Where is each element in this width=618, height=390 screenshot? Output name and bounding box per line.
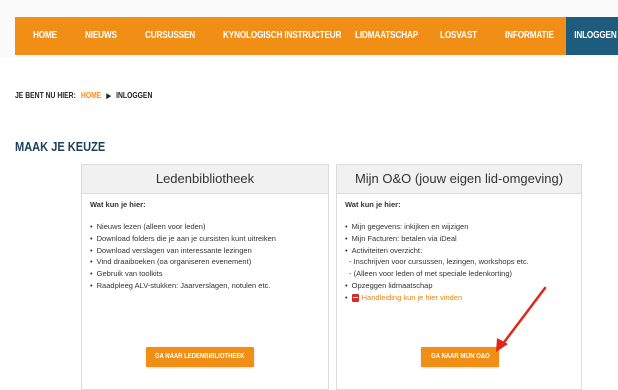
ga-naar-ledenbibliotheek-label: GA NAAR LEDENBIBLIOTHEEK [155,353,245,360]
nav-losvast[interactable]: LOSVAST [440,17,477,55]
list-item: Activiteiten overzicht: [345,245,573,257]
mijn-oeno-subtitle: Wat kun je hier: [345,200,401,209]
ledenbibliotheek-title: Ledenbibliotheek [82,165,328,194]
list-item: Gebruik van toolkits [90,268,320,280]
handleiding-item: Handleiding kun je hier vinden [345,292,573,304]
ga-naar-mijn-oeno-button[interactable]: GA NAAR MIJN O&O [421,347,499,367]
mijn-oeno-title: Mijn O&O (jouw eigen lid-omgeving) [337,165,581,194]
ga-naar-ledenbibliotheek-button[interactable]: GA NAAR LEDENBIBLIOTHEEK [146,347,254,367]
list-sub-item: - Inschrijven voor cursussen, lezingen, … [349,257,529,267]
breadcrumb: JE BENT NU HIER: HOME ▶ INLOGGEN [15,91,152,100]
list-item: Vind draaiboeken (oa organiseren eveneme… [90,256,320,268]
nav-informatie[interactable]: INFORMATIE [505,17,554,55]
breadcrumb-prefix: JE BENT NU HIER: [15,91,76,100]
nav-home[interactable]: HOME [33,17,57,55]
main-navigation: HOME NIEUWS CURSUSSEN KYNOLOGISCH INSTRU… [15,17,618,55]
pdf-icon [351,293,359,302]
list-item: Download verslagen van interessante lezi… [90,245,320,257]
ledenbibliotheek-list: Nieuws lezen (alleen voor leden) Downloa… [90,221,320,292]
nav-cursussen[interactable]: CURSUSSEN [145,17,195,55]
list-item: Mijn Facturen: betalen via iDeal [345,233,573,245]
list-item: Mijn gegevens: inkijken en wijzigen [345,221,573,233]
breadcrumb-home-link[interactable]: HOME [81,91,101,100]
page-title: MAAK JE KEUZE [15,139,106,154]
breadcrumb-current: INLOGGEN [116,91,153,100]
handleiding-link[interactable]: Handleiding kun je hier vinden [362,293,463,302]
list-item: Raadpleeg ALV-stukken: Jaarverslagen, no… [90,280,320,292]
nav-kynologisch-instructeur[interactable]: KYNOLOGISCH INSTRUCTEUR [223,17,341,55]
nav-lidmaatschap[interactable]: LIDMAATSCHAP [355,17,418,55]
list-item: Nieuws lezen (alleen voor leden) [90,221,320,233]
ledenbibliotheek-subtitle: Wat kun je hier: [90,200,146,209]
list-item: Opzeggen lidmaatschap [345,280,573,292]
nav-nieuws[interactable]: NIEUWS [85,17,117,55]
breadcrumb-separator-icon: ▶ [106,92,112,100]
ga-naar-mijn-oeno-label: GA NAAR MIJN O&O [430,353,490,360]
list-sub-item: - (Alleen voor leden of met speciale led… [349,269,513,279]
mijn-oeno-list: Mijn gegevens: inkijken en wijzigen Mijn… [345,221,573,304]
list-item: Download folders die je aan je cursisten… [90,233,320,245]
nav-inloggen[interactable]: INLOGGEN [566,17,618,55]
